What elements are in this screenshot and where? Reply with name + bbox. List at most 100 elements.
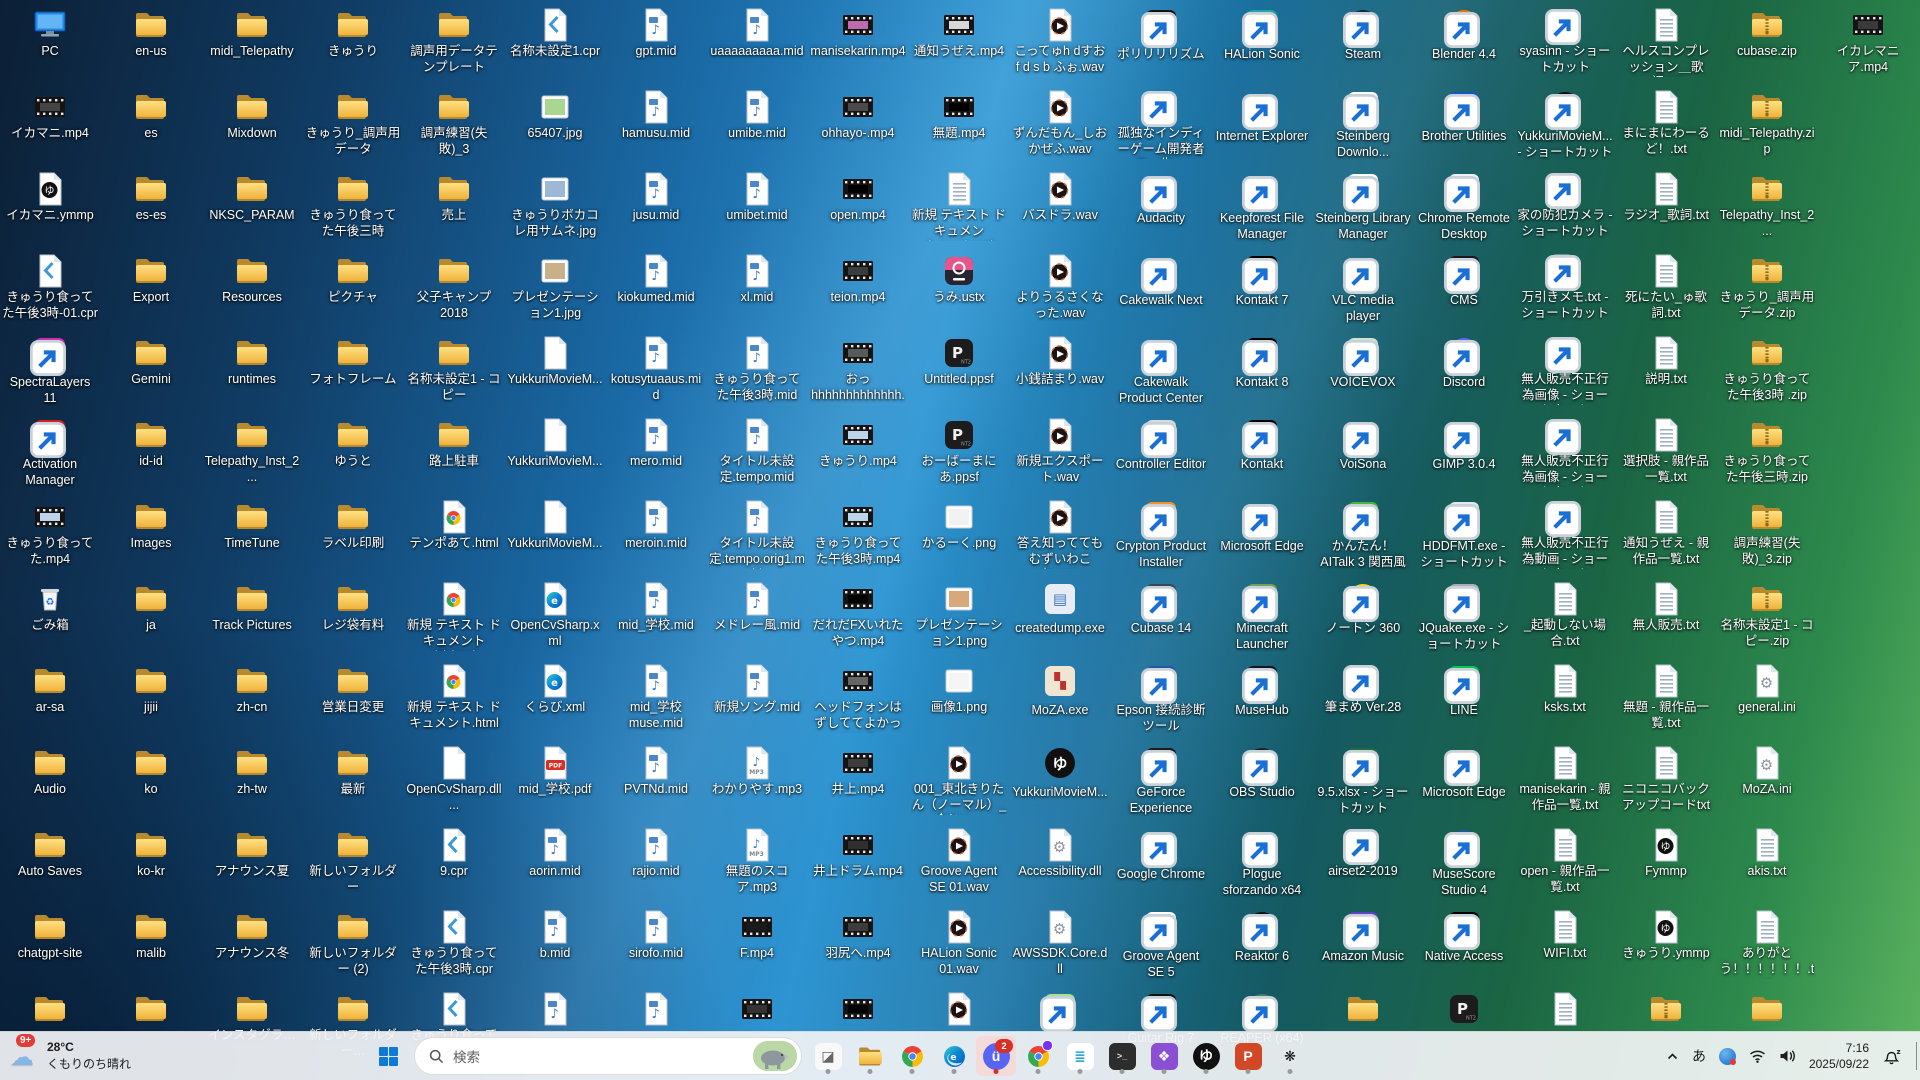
desktop-icon[interactable]: ♪ mid_学校.mid xyxy=(608,581,704,634)
desktop-icon[interactable]: 死にたい_ゅ歌詞.txt xyxy=(1618,253,1714,321)
desktop-icon[interactable]: ピクチャ xyxy=(305,253,401,306)
notification-bell-icon[interactable]: z xyxy=(1880,1038,1903,1074)
desktop-icon[interactable]: 新規 テキスト ドキュメント (2).html xyxy=(406,581,502,651)
desktop-icon[interactable]: 調声用データテンプレート xyxy=(406,7,502,75)
desktop-icon[interactable]: runtimes xyxy=(204,335,300,388)
desktop-icon-halion-sonic[interactable]: ◉HALion Sonic xyxy=(1214,7,1310,63)
desktop-icon[interactable]: ⚙ AWSSDK.Core.dll xyxy=(1012,909,1108,977)
desktop-icon[interactable]: バスドラ.wav xyxy=(1012,171,1108,224)
desktop-icon-musescore-studio[interactable]: ♪MuseScore Studio 4 xyxy=(1416,827,1512,898)
desktop-icon[interactable]: こってゅh dすお f d s b ふぉ.wav xyxy=(1012,7,1108,75)
desktop-icon[interactable]: 万引きメモ.txt - ショートカット xyxy=(1517,253,1613,321)
desktop-icon[interactable]: Track Pictures xyxy=(204,581,300,634)
desktop-icon[interactable]: 路上駐車 xyxy=(406,417,502,470)
desktop-icon[interactable]: ⚙ Accessibility.dll xyxy=(1012,827,1108,880)
desktop-icon-steinberg-library-manager[interactable]: ❏Steinberg Library Manager xyxy=(1315,171,1411,242)
desktop-icon-activation-manager[interactable]: ▶Activation Manager xyxy=(2,417,98,488)
desktop-icon[interactable]: ♪ メドレー風.mid xyxy=(709,581,805,634)
desktop-icon[interactable]: ♪ xl.mid xyxy=(709,253,805,306)
desktop-icon[interactable]: en-us xyxy=(103,7,199,60)
desktop-icon[interactable]: 井上ドラム.mp4 xyxy=(810,827,906,880)
desktop-icon[interactable]: 最新 xyxy=(305,745,401,798)
desktop-icon[interactable]: きゅうり_調声用データ.zip xyxy=(1719,253,1815,321)
desktop-icon-groove-agent-se[interactable]: ◆Groove Agent SE 5 xyxy=(1113,909,1209,980)
desktop-icon[interactable]: 無人販売不正行為画像 - ショートカット xyxy=(1517,417,1613,487)
desktop-icon[interactable]: OpenCvSharp.dll... xyxy=(406,745,502,813)
desktop-icon[interactable]: syasinn - ショートカット xyxy=(1517,7,1613,75)
desktop-icon[interactable]: ♪ xyxy=(608,991,704,1028)
desktop-icon[interactable]: 001_東北きりたん（ノーマル）_今じゃ... xyxy=(911,745,1007,815)
desktop-icon[interactable]: Images xyxy=(103,499,199,552)
desktop-icon[interactable]: ヘッドフォンはずしててよかっt.mp4 xyxy=(810,663,906,733)
desktop-icon[interactable]: ♪ meroin.mid xyxy=(608,499,704,552)
desktop-icon[interactable]: ♪ kotusytuaaus.mid xyxy=(608,335,704,403)
desktop-icon[interactable]: きゅうり食ってた午後3時.cpr xyxy=(406,909,502,977)
desktop-icon[interactable]: 調声練習(失敗)_3.zip xyxy=(1719,499,1815,567)
desktop-icon[interactable]: manisekarin.mp4 xyxy=(810,7,906,60)
desktop-icon[interactable]: malib xyxy=(103,909,199,962)
desktop-icon[interactable]: ⚙ MoZA.ini xyxy=(1719,745,1815,798)
desktop-icon[interactable]: P NT2 xyxy=(1416,991,1512,1028)
desktop-icon[interactable]: ずんだもん_しおかぜふ.wav xyxy=(1012,89,1108,157)
desktop-icon[interactable]: 名称未設定1.cpr xyxy=(507,7,603,60)
desktop-icon[interactable]: YukkuriMovieM... xyxy=(507,499,603,552)
desktop-icon-obs-studio[interactable]: ❍OBS Studio xyxy=(1214,745,1310,801)
desktop-icon-line[interactable]: LINELINE xyxy=(1416,663,1512,719)
desktop-icon-discord[interactable]: üDiscord xyxy=(1416,335,1512,391)
desktop-icon-yukkuri-movie-maker[interactable]: ゆYukkuriMovieM... - ショートカット xyxy=(1517,89,1613,160)
desktop-icon[interactable]: 新しいフォルダー xyxy=(305,827,401,895)
desktop-icon[interactable]: NKSC_PARAM xyxy=(204,171,300,224)
clock[interactable]: 7:16 2025/09/22 xyxy=(1807,1038,1871,1074)
desktop-icon[interactable]: ♻ ごみ箱 xyxy=(2,581,98,634)
desktop-icon-voisona[interactable]: ϟVoiSona xyxy=(1315,417,1411,473)
desktop-icon[interactable]: ohhayo-.mp4 xyxy=(810,89,906,142)
desktop-icon-native-access[interactable]: NNative Access xyxy=(1416,909,1512,965)
desktop-icon[interactable]: midi_Telepathy.zip xyxy=(1719,89,1815,157)
desktop-icon[interactable]: F.mp4 xyxy=(709,909,805,962)
taskbar-app-google-chrome[interactable] xyxy=(892,1036,932,1076)
desktop-icon-musehub[interactable]: HMuseHub xyxy=(1214,663,1310,719)
desktop-icon[interactable]: きゅうり食ってた午後3時 .zip xyxy=(1719,335,1815,403)
taskbar-app-powerpoint[interactable]: P xyxy=(1228,1036,1268,1076)
desktop-icon[interactable]: Resources xyxy=(204,253,300,306)
desktop-icon-internet-explorer[interactable]: eInternet Explorer xyxy=(1214,89,1310,145)
desktop-icon-norton-360[interactable]: ✓ノートン 360 xyxy=(1315,581,1411,637)
desktop-icon[interactable]: 65407.jpg xyxy=(507,89,603,142)
desktop-icon[interactable]: ゆイカマニ.ymmp xyxy=(2,171,98,224)
desktop-icon[interactable]: 父子キャンプ2018 xyxy=(406,253,502,321)
taskbar-app-layers-app[interactable]: ❖ xyxy=(1144,1036,1184,1076)
desktop-icon[interactable] xyxy=(1315,991,1411,1028)
desktop-icon[interactable]: きゅうり xyxy=(305,7,401,60)
desktop-icon[interactable]: 家の防犯カメラ - ショートカット xyxy=(1517,171,1613,239)
show-desktop-button[interactable] xyxy=(1916,1042,1917,1070)
desktop-icon[interactable]: 新規 テキスト ドキュメント.musicxml xyxy=(911,171,1007,241)
desktop-icon[interactable]: イカレマニア.mp4 xyxy=(1820,7,1916,75)
desktop-icon[interactable]: Gemini xyxy=(103,335,199,388)
desktop-icon[interactable]: 答え知っててもむずいわこれ.wav xyxy=(1012,499,1108,569)
desktop-icon-cakewalk-next[interactable]: ◔Cakewalk Next xyxy=(1113,253,1209,309)
desktop-icon[interactable]: Telepathy_Inst_2... xyxy=(1719,171,1815,239)
desktop-icon[interactable]: ゆうと xyxy=(305,417,401,470)
desktop-icon[interactable]: きゅうり食ってた午後3時-01.cpr xyxy=(2,253,98,321)
desktop-icon[interactable]: Export xyxy=(103,253,199,306)
desktop-icon[interactable]: きゅうりボカコレ用サムネ.jpg xyxy=(507,171,603,239)
desktop-icon[interactable]: きゅうり食ってた.mp4 xyxy=(2,499,98,567)
desktop-icon[interactable]: _起動しない場合.txt xyxy=(1517,581,1613,649)
desktop-icon-poririririzumu[interactable]: ❂ポリリリリズム xyxy=(1113,7,1209,63)
desktop-icon[interactable]: 調声練習(失敗)_3 xyxy=(406,89,502,157)
desktop-icon[interactable]: ksks.txt xyxy=(1517,663,1613,716)
desktop-icon[interactable]: P NT2 おーばーまにあ.ppsf xyxy=(911,417,1007,485)
desktop-icon[interactable]: midi_Telepathy xyxy=(204,7,300,60)
desktop-icon[interactable]: きゅうり_調声用データ xyxy=(305,89,401,157)
desktop-icon[interactable]: manisekarin - 親作品一覧.txt xyxy=(1517,745,1613,813)
desktop-icon[interactable]: ♪ uaaaaaaaaa.mid xyxy=(709,7,805,60)
desktop-icon[interactable]: ゆきゅうり.ymmp xyxy=(1618,909,1714,962)
desktop-icon[interactable]: Groove Agent SE 01.wav xyxy=(911,827,1007,895)
desktop-icon[interactable]: TimeTune xyxy=(204,499,300,552)
desktop-icon[interactable]: イカマニ.mp4 xyxy=(2,89,98,142)
desktop-icon[interactable]: es xyxy=(103,89,199,142)
desktop-icon[interactable]: おっhhhhhhhhhhhhh... xyxy=(810,335,906,405)
desktop-icon[interactable]: ♪ タイトル未設定.tempo.mid xyxy=(709,417,805,485)
desktop-icon[interactable]: 井上.mp4 xyxy=(810,745,906,798)
taskbar-app-file-explorer[interactable] xyxy=(850,1036,890,1076)
